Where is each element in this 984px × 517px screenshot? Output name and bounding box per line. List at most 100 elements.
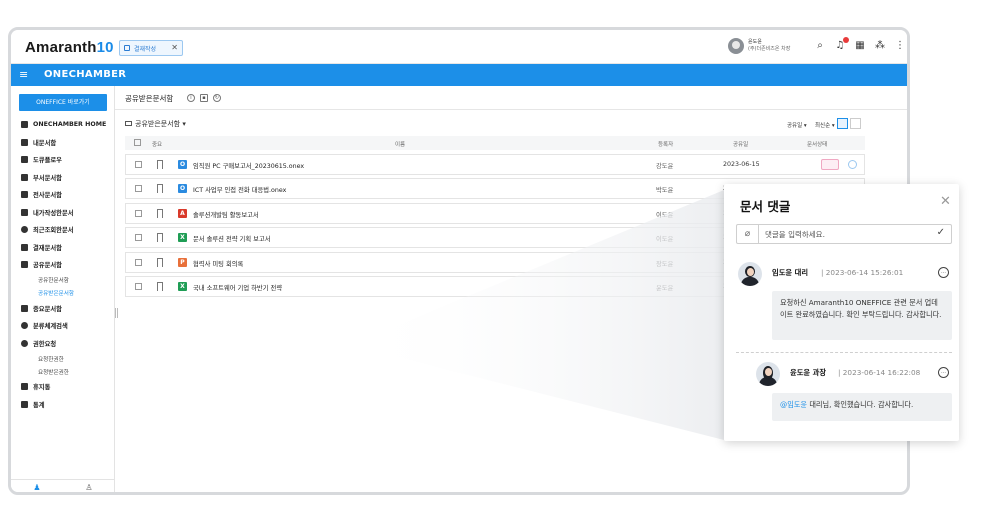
comment-author: 윤도윤 과장	[790, 368, 827, 377]
folder-selector[interactable]: 공유받은문서함 ▾	[125, 119, 186, 129]
key-icon	[21, 339, 28, 347]
sidebar-sub-shared-by-me[interactable]: 공유한문서함	[21, 274, 115, 287]
bookmark-icon[interactable]	[157, 208, 163, 218]
search-icon[interactable]: ⌕	[814, 40, 826, 52]
sidebar-item-my-docs[interactable]: 내문서함	[21, 134, 115, 152]
bookmark-icon[interactable]	[157, 160, 163, 169]
calendar-icon[interactable]: ▦	[854, 40, 866, 52]
sidebar-sub-shared-with-me[interactable]: 공유받은문서함	[21, 287, 115, 300]
app-logo[interactable]: Amaranth10	[25, 39, 114, 56]
tab-approval[interactable]: 결재작성 ✕	[119, 40, 183, 56]
comment-text: @임도윤 대리님, 확인했습니다. 감사합니다.	[772, 393, 952, 421]
comment-input-box: ⌀ ✓	[736, 224, 952, 244]
submit-check-icon[interactable]: ✓	[937, 227, 945, 238]
file-name[interactable]: 임직원 PC 구매보고서_20230615.onex	[193, 161, 304, 170]
refresh-icon[interactable]: ↻	[213, 94, 221, 102]
sidebar-item-approval[interactable]: 결재문서함	[21, 239, 115, 257]
paperclip-icon[interactable]: ⌀	[737, 225, 759, 243]
sidebar-menu: ONECHAMBER HOME 내문서함 도큐플로우 부서문서함 전사문서함 내…	[21, 116, 115, 413]
page-title: 공유받은문서함	[125, 94, 174, 103]
bookmark-icon[interactable]	[157, 184, 163, 194]
bookmark-icon[interactable]	[157, 282, 163, 291]
page-header-icons: i ▪ ↻	[187, 94, 221, 102]
file-name[interactable]: 협력사 미팅 회의록	[193, 259, 243, 268]
table-row[interactable]: O 임직원 PC 구매보고서_20230615.onex 강도윤 2023-06-15	[125, 154, 865, 175]
list-view-icon[interactable]	[837, 118, 848, 129]
avatar	[728, 38, 744, 54]
registrant: 강도윤	[656, 163, 674, 170]
file-name[interactable]: ICT 사업부 인접 전화 대응법.onex	[193, 185, 286, 194]
sidebar-resize-handle[interactable]	[115, 308, 118, 318]
sidebar-item-stats[interactable]: 통계	[21, 396, 115, 414]
sidebar-item-my-written[interactable]: 내가작성한문서	[21, 204, 115, 222]
oneffice-shortcut-button[interactable]: ONEFFICE 바로가기	[19, 94, 107, 111]
file-type-icon: P	[178, 257, 187, 267]
sidebar-item-docuflow[interactable]: 도큐플로우	[21, 151, 115, 169]
more-icon[interactable]: ⋮	[894, 40, 906, 52]
sidebar-item-company-docs[interactable]: 전사문서함	[21, 186, 115, 204]
status-badge[interactable]	[821, 159, 839, 170]
col-registrant[interactable]: 등록자	[658, 140, 673, 148]
bookmark-icon[interactable]	[157, 257, 163, 267]
chart-icon	[21, 400, 28, 408]
comment-divider	[736, 352, 952, 353]
sidebar-item-permission-request[interactable]: 권한요청	[21, 335, 115, 353]
sidebar-item-dept-docs[interactable]: 부서문서함	[21, 169, 115, 187]
chat-icon[interactable]	[848, 160, 857, 169]
sort-by-date[interactable]: 공유일 ▾	[787, 121, 807, 129]
grid-view-icon[interactable]	[850, 118, 861, 129]
row-checkbox[interactable]	[135, 283, 142, 290]
org-chart-icon[interactable]: ⁂	[874, 40, 886, 52]
bookmark-icon[interactable]	[157, 233, 163, 243]
sidebar-item-taxonomy-search[interactable]: 분류체계검색	[21, 317, 115, 335]
row-checkbox[interactable]	[135, 161, 142, 168]
col-name[interactable]: 이름	[395, 140, 405, 148]
registrant: 이도윤	[656, 236, 674, 244]
bell-icon[interactable]: ♫	[834, 37, 849, 52]
comment-panel: 문서 댓글 ✕ ⌀ ✓ 임도윤 대리 | 2023-06-14 15:26:01…	[724, 184, 959, 441]
trash-icon	[21, 383, 28, 391]
approval-icon	[21, 243, 28, 251]
view-toggle	[837, 118, 861, 129]
col-doc-status: 문서상태	[807, 142, 828, 148]
sidebar-item-home[interactable]: ONECHAMBER HOME	[21, 116, 115, 134]
file-name[interactable]: 솔루션개발팀 활동보고서	[193, 210, 259, 219]
file-name[interactable]: 국내 소프트웨어 기업 하반기 전략	[193, 283, 282, 292]
reply-icon[interactable]: …	[938, 267, 949, 278]
sidebar-item-recent[interactable]: 최근조회한문서	[21, 221, 115, 239]
close-icon[interactable]: ✕	[940, 194, 951, 209]
person-settings-icon[interactable]: ♙	[63, 480, 115, 492]
mention[interactable]: @임도윤	[780, 400, 807, 409]
sort-order[interactable]: 최신순 ▾	[815, 121, 835, 129]
close-icon[interactable]: ✕	[171, 43, 178, 52]
registrant: 박도윤	[656, 187, 674, 195]
info-icon[interactable]: i	[187, 94, 195, 102]
row-checkbox[interactable]	[135, 185, 142, 193]
top-icons: ⌕ ♫ ▦ ⁂ ⋮	[814, 37, 906, 52]
folder-icon	[21, 191, 28, 199]
page-header: 공유받은문서함 i ▪ ↻	[115, 86, 907, 110]
shared-date: 2023-06-15	[723, 161, 760, 168]
sidebar-item-trash[interactable]: 휴지통	[21, 378, 115, 396]
sidebar-item-important[interactable]: 중요문서함	[21, 300, 115, 318]
row-checkbox[interactable]	[135, 209, 142, 217]
hamburger-icon[interactable]: ≡	[19, 68, 28, 81]
sidebar-sub-requested[interactable]: 요청한권한	[21, 352, 115, 365]
sidebar-sub-received[interactable]: 요청받은권한	[21, 365, 115, 378]
file-type-icon: O	[178, 184, 187, 194]
person-icon[interactable]: ♟	[11, 480, 63, 492]
file-name[interactable]: 문서 솔루션 전략 기획 보고서	[193, 234, 271, 243]
comment-time: | 2023-06-14 15:26:01	[821, 268, 904, 277]
registrant: 장도윤	[656, 260, 674, 268]
file-type-icon: A	[178, 208, 187, 218]
col-shared-date[interactable]: 공유일	[733, 140, 748, 148]
row-checkbox[interactable]	[135, 258, 142, 266]
folder-icon	[21, 156, 28, 164]
sidebar-item-shared[interactable]: 공유문서함	[21, 256, 115, 274]
window-icon[interactable]: ▪	[200, 94, 208, 102]
file-type-icon: X	[178, 282, 187, 291]
reply-icon[interactable]: …	[938, 367, 949, 378]
row-checkbox[interactable]	[135, 234, 142, 242]
comment-input[interactable]	[765, 227, 925, 241]
select-all-checkbox[interactable]	[134, 139, 141, 146]
